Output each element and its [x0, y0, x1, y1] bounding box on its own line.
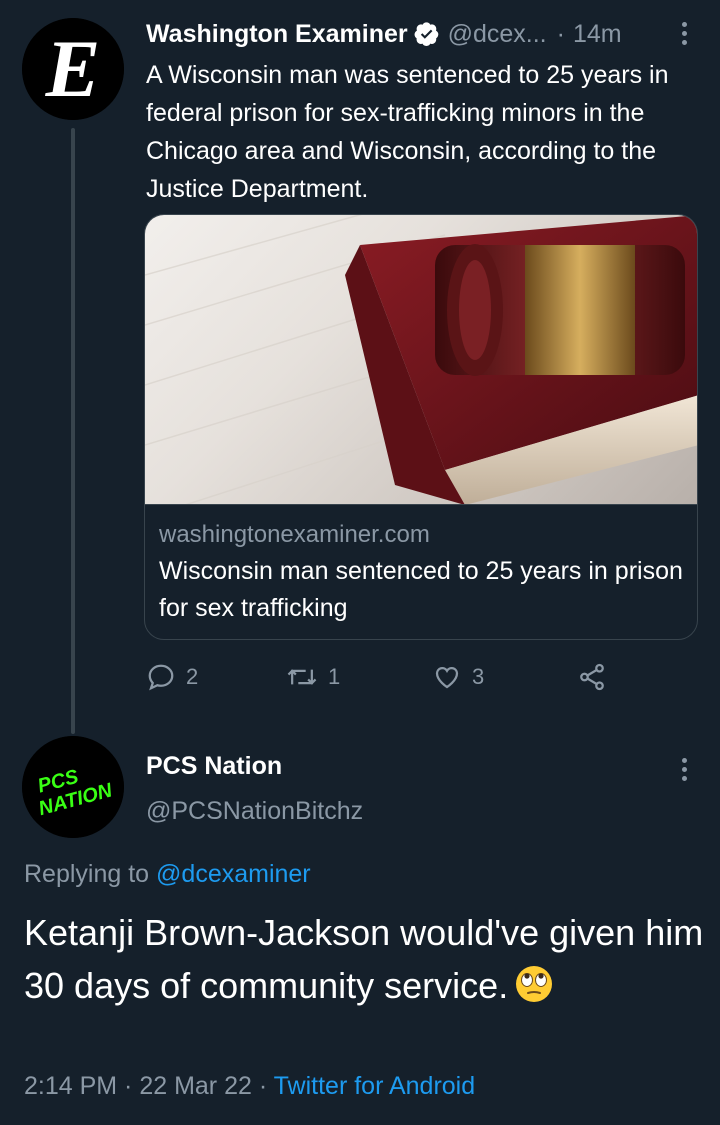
retweet-icon	[287, 669, 317, 685]
parent-more-options-icon[interactable]	[676, 22, 692, 45]
link-preview-card[interactable]: washingtonexaminer.com Wisconsin man sen…	[144, 214, 698, 640]
share-button[interactable]	[576, 662, 608, 692]
reply-source-client[interactable]: Twitter for Android	[274, 1072, 475, 1100]
reply-button[interactable]: 2	[146, 662, 198, 692]
retweet-count: 1	[328, 664, 341, 689]
examiner-logo-icon: E	[22, 18, 124, 120]
reply-timestamp-line: 2:14 PM · 22 Mar 22 · Twitter for Androi…	[24, 1072, 475, 1101]
reply-icon	[148, 664, 174, 691]
pcs-nation-avatar[interactable]: PCS NATION	[22, 736, 124, 838]
reply-more-options-icon[interactable]	[676, 758, 692, 781]
reply-count: 2	[186, 664, 199, 689]
retweet-button[interactable]: 1	[286, 662, 340, 692]
pcs-nation-logo-icon: PCS NATION	[22, 736, 124, 838]
link-card-title: Wisconsin man sentenced to 25 years in p…	[159, 557, 683, 622]
reply-tweet-body: Ketanji Brown-Jackson would've given him…	[24, 906, 704, 1012]
tweet-thread-screen: E Washington Examiner @dcex... · 14m A W…	[0, 0, 720, 1125]
face-with-rolling-eyes-icon	[514, 964, 554, 1004]
replying-to-mention[interactable]: @dcexaminer	[156, 860, 311, 888]
reply-timestamp[interactable]: 2:14 PM · 22 Mar 22 ·	[24, 1072, 267, 1100]
thread-connector-line	[71, 128, 75, 734]
reply-author-handle[interactable]: @PCSNationBitchz	[146, 797, 363, 826]
parent-author-handle[interactable]: @dcex...	[448, 20, 547, 49]
link-card-domain: washingtonexaminer.com	[159, 521, 430, 548]
heart-icon	[435, 666, 459, 689]
link-card-meta: washingtonexaminer.com Wisconsin man sen…	[159, 517, 683, 627]
parent-tweet-actions: 2 1 3	[146, 656, 616, 700]
header-separator: ·	[556, 19, 565, 48]
avatar-letter: E	[45, 23, 101, 114]
parent-tweet-text: A Wisconsin man was sentenced to 25 year…	[146, 61, 669, 203]
parent-author-name[interactable]: Washington Examiner	[146, 20, 408, 49]
parent-tweet-time[interactable]: 14m	[573, 20, 622, 49]
share-icon	[580, 663, 604, 691]
like-button[interactable]: 3	[432, 662, 484, 692]
replying-to-line: Replying to @dcexaminer	[24, 860, 311, 889]
gavel-and-book-photo	[145, 215, 697, 505]
parent-tweet-header: Washington Examiner @dcex... · 14m	[146, 14, 702, 54]
washington-examiner-avatar[interactable]: E	[22, 18, 124, 120]
like-count: 3	[472, 664, 485, 689]
reply-author-name[interactable]: PCS Nation	[146, 752, 282, 781]
replying-to-prefix: Replying to	[24, 860, 150, 888]
verified-badge-icon	[414, 21, 440, 47]
reply-tweet-text: Ketanji Brown-Jackson would've given him…	[24, 912, 704, 1006]
